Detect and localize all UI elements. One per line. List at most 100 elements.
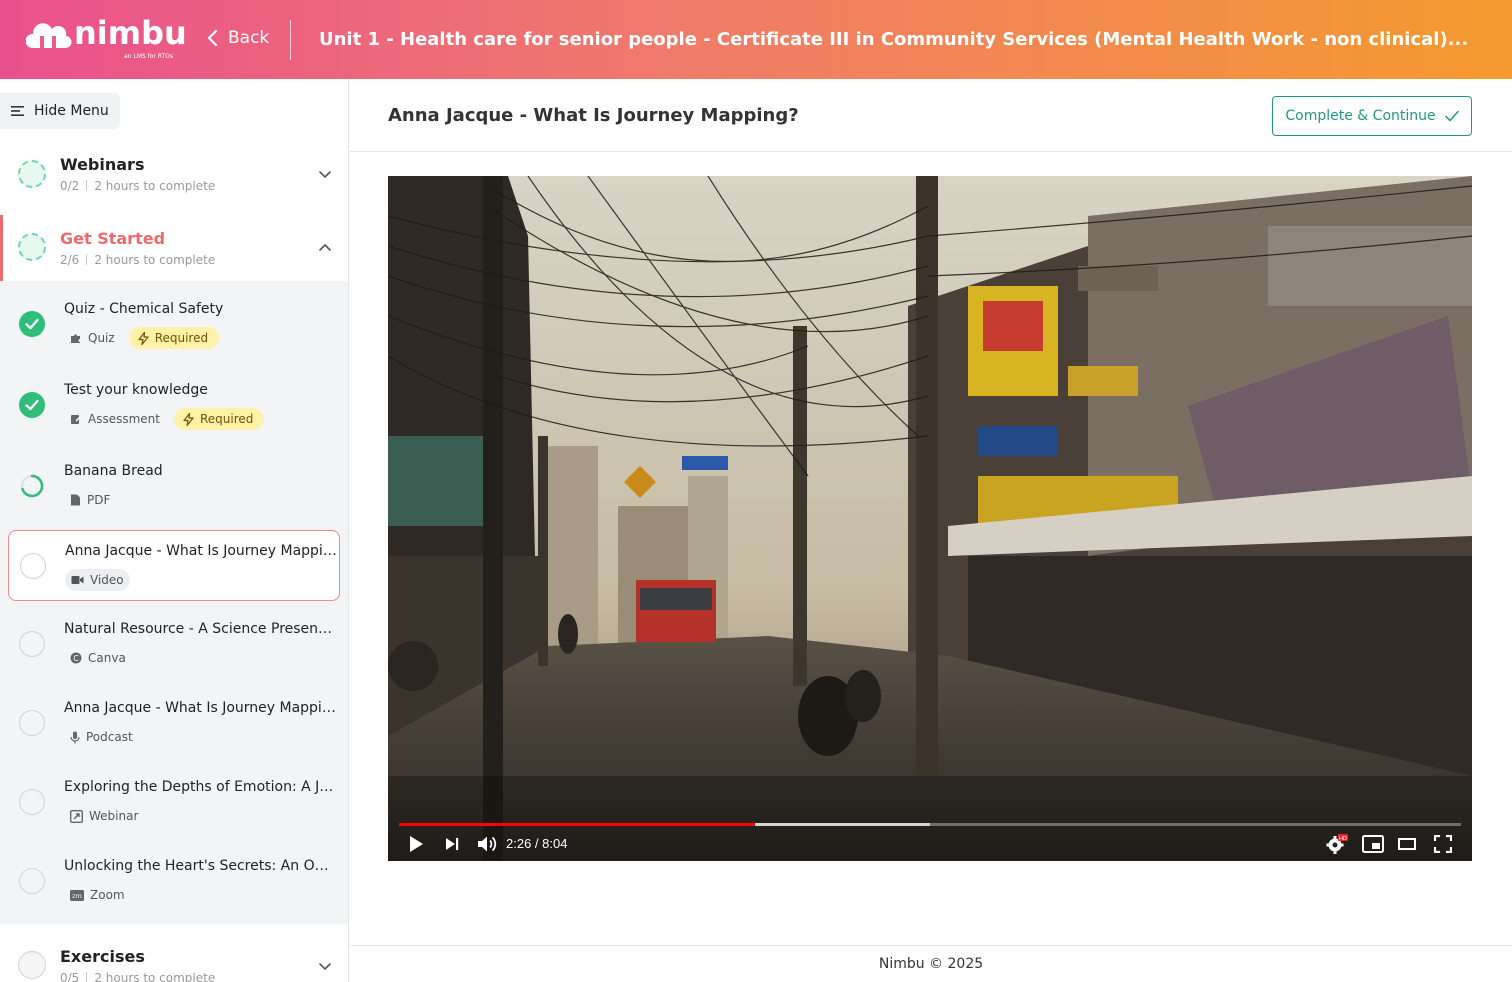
lesson-type-label: Video xyxy=(90,573,124,587)
section-duration: 2 hours to complete xyxy=(94,179,216,193)
lesson-type-tag: C Canva xyxy=(64,647,132,669)
lesson-list: Quiz - Chemical Safety Quiz Required Tes… xyxy=(0,281,348,924)
lesson-item[interactable]: Test your knowledge Assessment Required xyxy=(8,370,340,441)
skip-next-icon xyxy=(446,838,459,850)
video-frame-image xyxy=(388,176,1472,861)
lesson-item[interactable]: Unlocking the Heart's Secrets: An Offici… xyxy=(8,846,340,917)
lesson-type-label: Webinar xyxy=(89,809,139,823)
volume-icon xyxy=(478,836,497,852)
document-icon xyxy=(71,494,80,506)
lesson-title: Quiz - Chemical Safety xyxy=(64,301,224,317)
section-progress-ring xyxy=(18,233,46,261)
lesson-type-label: Zoom xyxy=(90,888,125,902)
section-webinars[interactable]: Webinars 0/2 2 hours to complete xyxy=(0,149,348,215)
puzzle-icon xyxy=(71,334,80,343)
course-title: Unit 1 - Health care for senior people -… xyxy=(319,29,1469,50)
not-started-circle-icon xyxy=(19,710,45,736)
fullscreen-button[interactable] xyxy=(1434,834,1452,854)
lesson-type-label: PDF xyxy=(87,493,111,507)
chevron-up-icon[interactable] xyxy=(318,240,332,254)
lesson-item[interactable]: Quiz - Chemical Safety Quiz Required xyxy=(8,289,340,360)
lesson-type-tag: Assessment xyxy=(64,408,166,430)
section-get-started[interactable]: Get Started 2/6 2 hours to complete xyxy=(0,223,348,289)
lesson-title: Anna Jacque - What Is Journey Mapping? xyxy=(65,543,337,559)
logo-tagline: an LMS for RTOs xyxy=(124,53,174,60)
section-title: Exercises xyxy=(60,947,145,966)
gear-icon: HD xyxy=(1326,834,1348,854)
video-time-display: 2:26 / 8:04 xyxy=(506,836,568,851)
lesson-type-label: Quiz xyxy=(88,331,115,345)
nimbu-logo[interactable]: nimbu an LMS for RTOs xyxy=(26,14,187,62)
play-icon xyxy=(410,836,423,852)
hide-menu-label: Hide Menu xyxy=(34,103,109,119)
section-title: Get Started xyxy=(60,229,166,248)
cloud-logo-icon xyxy=(26,23,72,49)
section-exercises[interactable]: Exercises 0/5 2 hours to complete xyxy=(0,941,348,982)
not-started-circle-icon xyxy=(20,553,46,579)
miniplayer-icon xyxy=(1362,835,1384,853)
hide-menu-button[interactable]: Hide Menu xyxy=(0,93,120,129)
back-button[interactable]: Back xyxy=(206,28,269,48)
lightning-icon xyxy=(183,412,194,426)
lightning-icon xyxy=(138,331,149,345)
video-player[interactable]: 2:26 / 8:04 HD xyxy=(388,176,1472,861)
lesson-title: Exploring the Depths of Emotion: A Journ… xyxy=(64,779,336,795)
lesson-title: Natural Resource - A Science Presentatio… xyxy=(64,621,336,637)
chevron-down-icon[interactable] xyxy=(318,960,332,974)
play-button[interactable] xyxy=(408,834,424,854)
theater-mode-button[interactable] xyxy=(1398,834,1418,854)
volume-button[interactable] xyxy=(477,834,498,854)
lesson-title: Unlocking the Heart's Secrets: An Offici… xyxy=(64,858,336,874)
in-progress-ring-icon xyxy=(20,474,44,498)
section-meta: 0/2 2 hours to complete xyxy=(60,179,215,193)
header-divider xyxy=(290,20,291,60)
page-footer: Nimbu © 2025 xyxy=(350,945,1512,982)
lesson-type-tag: Video xyxy=(65,569,130,591)
hd-badge: HD xyxy=(1339,836,1347,842)
lesson-item[interactable]: Exploring the Depths of Emotion: A Journ… xyxy=(8,767,340,838)
svg-text:C: C xyxy=(73,654,79,663)
chevron-left-icon xyxy=(207,29,218,47)
section-progress-ring xyxy=(18,951,46,979)
lesson-type-tag: Webinar xyxy=(64,805,144,827)
lesson-item-current[interactable]: Anna Jacque - What Is Journey Mapping? V… xyxy=(8,530,340,601)
lesson-title: Anna Jacque - What Is Journey Mapping? xyxy=(64,700,336,716)
completed-check-icon xyxy=(19,392,45,418)
lesson-item[interactable]: Anna Jacque - What Is Journey Mapping? P… xyxy=(8,688,340,759)
fullscreen-icon xyxy=(1434,835,1452,853)
section-progress: 2/6 xyxy=(60,253,80,267)
lesson-item[interactable]: Natural Resource - A Science Presentatio… xyxy=(8,609,340,680)
back-label: Back xyxy=(228,28,270,48)
lesson-type-label: Podcast xyxy=(86,730,133,744)
required-badge: Required xyxy=(173,408,265,430)
video-played-bar xyxy=(399,823,755,826)
lesson-type-tag: PDF xyxy=(64,489,116,511)
next-button[interactable] xyxy=(444,834,460,854)
lesson-type-label: Canva xyxy=(88,651,126,665)
logo-wordmark: nimbu xyxy=(74,14,187,52)
section-progress: 0/5 xyxy=(60,971,80,982)
section-meta: 2/6 2 hours to complete xyxy=(60,253,215,267)
edit-icon xyxy=(71,415,82,424)
settings-button[interactable]: HD xyxy=(1326,834,1348,854)
complete-continue-button[interactable]: Complete & Continue xyxy=(1272,96,1472,136)
theater-mode-icon xyxy=(1398,838,1416,850)
video-progress-bar[interactable] xyxy=(399,823,1461,826)
not-started-circle-icon xyxy=(19,868,45,894)
section-progress: 0/2 xyxy=(60,179,80,193)
section-duration: 2 hours to complete xyxy=(94,253,216,267)
lesson-type-label: Assessment xyxy=(88,412,160,426)
course-sidebar: Hide Menu Webinars 0/2 2 hours to complet… xyxy=(0,79,349,982)
complete-continue-label: Complete & Continue xyxy=(1285,108,1436,124)
checkmark-icon xyxy=(1444,110,1459,122)
completed-check-icon xyxy=(19,311,45,337)
lesson-type-tag: Podcast xyxy=(64,726,139,748)
canva-icon: C xyxy=(70,652,82,664)
chevron-down-icon[interactable] xyxy=(318,168,332,182)
lesson-type-tag: Quiz xyxy=(64,327,121,349)
section-title: Webinars xyxy=(60,155,145,174)
miniplayer-button[interactable] xyxy=(1362,834,1384,854)
section-progress-ring xyxy=(18,160,46,188)
lesson-item[interactable]: Banana Bread PDF xyxy=(8,451,340,522)
lesson-title: Banana Bread xyxy=(64,463,163,479)
